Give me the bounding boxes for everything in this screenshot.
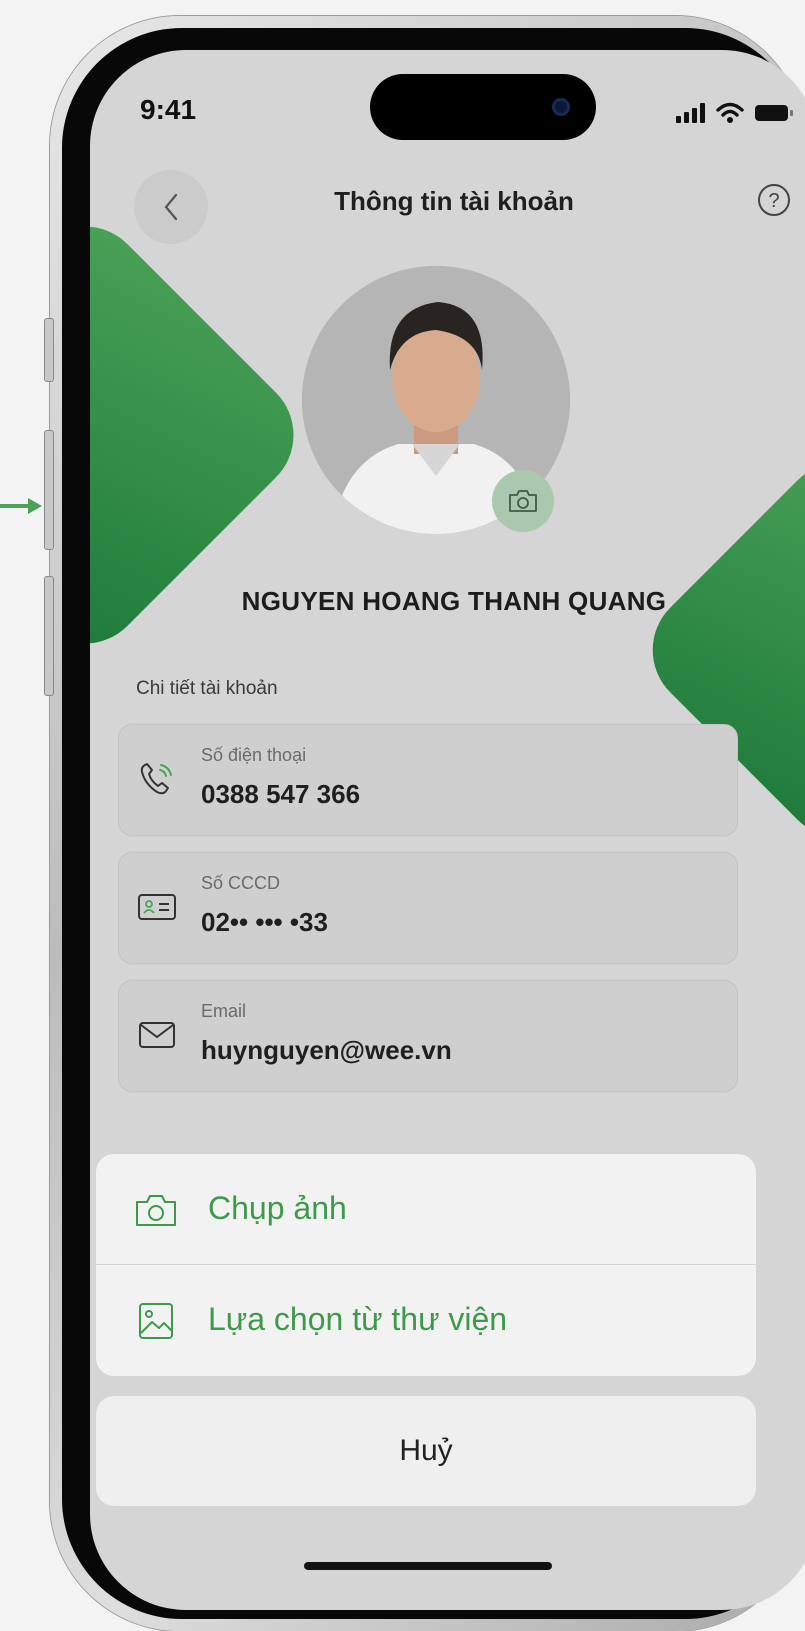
pointer-arrow-icon bbox=[0, 498, 42, 514]
take-photo-option[interactable]: Chụp ảnh bbox=[96, 1154, 756, 1264]
id-card: Số CCCD 02•• ••• •33 bbox=[118, 852, 738, 964]
email-value: huynguyen@wee.vn bbox=[201, 1035, 452, 1065]
phone-frame: 9:41 Thông tin tài khoản ? NGUYEN HOANG … bbox=[50, 16, 805, 1631]
email-card: Email huynguyen@wee.vn bbox=[118, 980, 738, 1092]
wifi-icon bbox=[716, 102, 744, 123]
silent-switch bbox=[44, 318, 54, 382]
change-avatar-button[interactable] bbox=[492, 470, 554, 532]
take-photo-label: Chụp ảnh bbox=[208, 1190, 347, 1226]
status-icons bbox=[676, 102, 794, 124]
phone-card: Số điện thoại 0388 547 366 bbox=[118, 724, 738, 836]
id-label: Số CCCD bbox=[201, 873, 281, 893]
id-value: 02•• ••• •33 bbox=[201, 907, 328, 937]
choose-library-label: Lựa chọn từ thư viện bbox=[208, 1301, 508, 1337]
home-indicator bbox=[304, 1562, 552, 1570]
phone-icon bbox=[140, 763, 172, 795]
volume-up-button bbox=[44, 430, 54, 550]
phone-label: Số điện thoại bbox=[201, 745, 307, 765]
volume-down-button bbox=[44, 576, 54, 696]
dynamic-island bbox=[370, 74, 596, 140]
cancel-button[interactable]: Huỷ bbox=[96, 1396, 756, 1506]
action-sheet: Chụp ảnh Lựa chọn từ thư viện bbox=[96, 1154, 756, 1376]
choose-library-option[interactable]: Lựa chọn từ thư viện bbox=[96, 1265, 756, 1375]
phone-value: 0388 547 366 bbox=[201, 779, 361, 809]
profile-name: NGUYEN HOANG THANH QUANG bbox=[241, 586, 667, 616]
gallery-icon bbox=[139, 1303, 173, 1339]
mail-icon bbox=[139, 1022, 175, 1048]
camera-icon bbox=[136, 1195, 176, 1226]
signal-icon bbox=[676, 103, 705, 123]
battery-icon bbox=[755, 105, 793, 121]
id-card-icon bbox=[138, 894, 176, 920]
camera-icon bbox=[509, 490, 537, 512]
help-icon[interactable]: ? bbox=[756, 182, 792, 218]
section-label: Chi tiết tài khoản bbox=[136, 678, 278, 699]
email-label: Email bbox=[201, 1001, 247, 1021]
svg-text:?: ? bbox=[768, 190, 779, 212]
front-camera-icon bbox=[552, 98, 570, 116]
page-title: Thông tin tài khoản bbox=[334, 186, 574, 216]
app-screen: 9:41 Thông tin tài khoản ? NGUYEN HOANG … bbox=[90, 50, 805, 1610]
status-time: 9:41 bbox=[140, 94, 197, 125]
